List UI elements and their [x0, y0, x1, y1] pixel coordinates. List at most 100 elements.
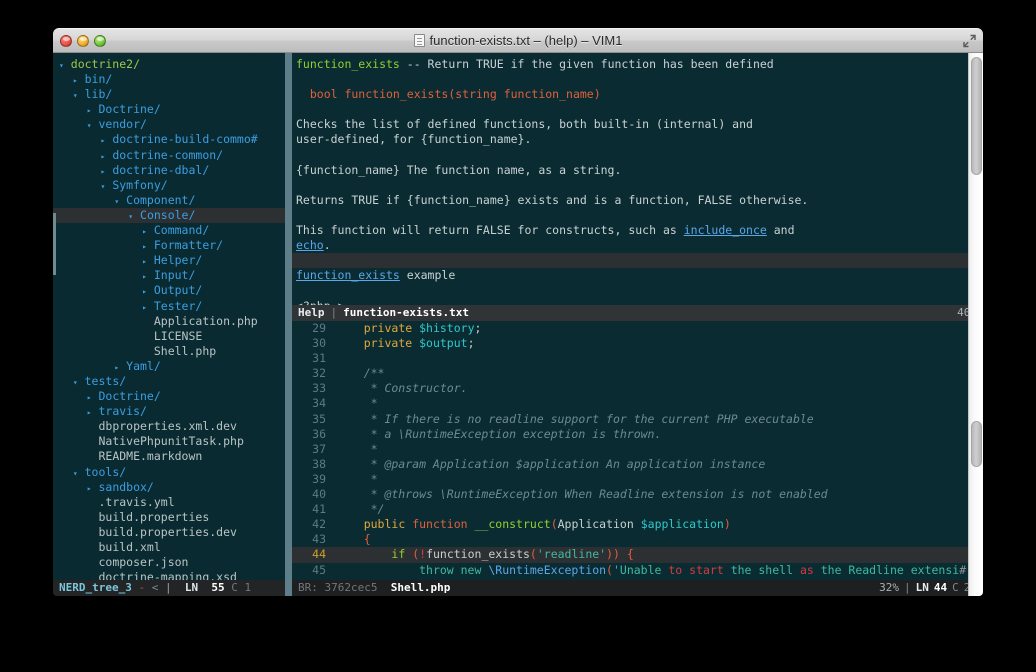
nerdtree-item-symfony[interactable]: ▾ Symfony/: [53, 178, 285, 193]
code-pane[interactable]: 29 private $history; 30 private $output; 3…: [292, 321, 983, 596]
text-segment: {: [363, 532, 371, 547]
nerdtree-item-readme-markdown[interactable]: README.markdown: [53, 449, 285, 464]
nerdtree-item-doctrine-build-commo[interactable]: ▸ doctrine-build-commo#: [53, 132, 285, 147]
nerdtree-item-nativephpunittask-php[interactable]: NativePhpunitTask.php: [53, 434, 285, 449]
help-pane[interactable]: function_exists -- Return TRUE if the gi…: [292, 53, 983, 321]
text-segment: the Readline extensi: [813, 562, 960, 577]
nerdtree-item-output[interactable]: ▸ Output/: [53, 283, 285, 298]
text-segment: (: [529, 547, 537, 562]
help-statusline: Help | function-exists.txt 40%: [292, 305, 983, 321]
nerdtree-item-vendor[interactable]: ▾ vendor/: [53, 117, 285, 132]
nerdtree-item-travis[interactable]: ▸ travis/: [53, 404, 285, 419]
nerdtree-statusline: NERD_tree_3 - < | LN 55 C 1: [53, 580, 285, 596]
nerdtree-item-build-properties-dev[interactable]: build.properties.dev: [53, 525, 285, 540]
code-scrollbar-thumb[interactable]: [971, 421, 982, 467]
text-segment: * a \RuntimeException exception is throw…: [336, 426, 662, 441]
tree-gap: [147, 314, 154, 328]
nerdtree-item-build-xml[interactable]: build.xml: [53, 540, 285, 555]
nerdtree-item-input[interactable]: ▸ Input/: [53, 268, 285, 283]
nerdtree-sidebar[interactable]: ▾ doctrine2/ ▸ bin/ ▾ lib/ ▸ Doctrine/ ▾…: [53, 53, 285, 596]
nerdtree-item-doctrine-common[interactable]: ▸ doctrine-common/: [53, 148, 285, 163]
nerdtree-item-composer-json[interactable]: composer.json: [53, 555, 285, 570]
nerdtree-item-component[interactable]: ▾ Component/: [53, 193, 285, 208]
nerdtree-item-console[interactable]: ▾ Console/: [53, 207, 285, 224]
code-line: 35 * If there is no readline support for…: [292, 412, 983, 427]
text-segment: Returns TRUE if {function_name} exists a…: [296, 192, 809, 207]
tree-gap: [147, 299, 154, 313]
text-segment: function_exists: [426, 547, 530, 562]
window-titlebar[interactable]: function-exists.txt – (help) – VIM1: [53, 28, 983, 53]
help-line: Checks the list of defined functions, bo…: [292, 117, 983, 132]
nerdtree-item-build-properties[interactable]: build.properties: [53, 510, 285, 525]
code-filename: Shell.php: [390, 581, 451, 594]
nerdtree-item-tests[interactable]: ▾ tests/: [53, 374, 285, 389]
code-pane-scrollbar[interactable]: [968, 321, 983, 596]
nerdtree-item-sandbox[interactable]: ▸ sandbox/: [53, 480, 285, 495]
vertical-split-divider[interactable]: [285, 53, 292, 596]
code-statusline: BR: 3762cec5 Shell.php 32% | LN 44 C: [292, 580, 983, 596]
code-line: 40 * @throws \RuntimeException When Read…: [292, 487, 983, 502]
text-segment: */: [336, 502, 385, 517]
nerdtree-item-lib[interactable]: ▾ lib/: [53, 87, 285, 102]
nerdtree-item-shell-php[interactable]: Shell.php: [53, 344, 285, 359]
close-button[interactable]: [60, 34, 72, 47]
nerdtree-item-travis-yml[interactable]: .travis.yml: [53, 495, 285, 510]
text-segment: include_once: [683, 223, 767, 238]
nerdtree-item-doctrine2[interactable]: ▾ doctrine2/: [53, 57, 285, 72]
nerdtree-separator: |: [164, 581, 172, 594]
code-line: 33 * Constructor.: [292, 381, 983, 396]
code-line: 38 * @param Application $application An …: [292, 457, 983, 472]
nerdtree-item-dbproperties-xml-dev[interactable]: dbproperties.xml.dev: [53, 419, 285, 434]
nerdtree-item-label: dbproperties.xml.dev: [98, 419, 237, 434]
nerdtree-item-label: .travis.yml: [98, 494, 175, 509]
help-line: {function_name} The function name, as a …: [292, 163, 983, 178]
code-ln-label: LN: [915, 581, 929, 594]
nerdtree-item-doctrine[interactable]: ▸ Doctrine/: [53, 389, 285, 404]
code-line: 30 private $output;: [292, 336, 983, 351]
help-line: bool function_exists(string function_nam…: [292, 87, 983, 102]
nerdtree-item-helper[interactable]: ▸ Helper/: [53, 253, 285, 268]
nerdtree-item-bin[interactable]: ▸ bin/: [53, 72, 285, 87]
help-filename: function-exists.txt: [343, 306, 469, 319]
text-segment: * Constructor.: [336, 381, 468, 396]
text-segment: function_exists: [296, 268, 400, 283]
code-line: 29 private $history;: [292, 321, 983, 336]
text-segment: $application: [640, 517, 724, 532]
nerdtree-item-label: travis/: [98, 404, 147, 419]
help-line: [292, 102, 983, 117]
nerdtree-item-yaml[interactable]: ▸ Yaml/: [53, 359, 285, 374]
zoom-button[interactable]: [94, 34, 106, 47]
nerdtree-item-license[interactable]: LICENSE: [53, 329, 285, 344]
nerdtree-modified-flag: -: [138, 581, 146, 594]
text-segment: throw new: [419, 562, 482, 577]
nerdtree-item-label: lib/: [84, 87, 113, 102]
vim-window: function-exists.txt – (help) – VIM1 ▾ do…: [53, 28, 983, 596]
text-segment: [336, 563, 419, 577]
help-scrollbar-thumb[interactable]: [971, 57, 982, 175]
text-segment: [336, 547, 391, 561]
nerdtree-item-formatter[interactable]: ▸ Formatter/: [53, 238, 285, 253]
minimize-button[interactable]: [77, 34, 89, 47]
nerdtree-item-command[interactable]: ▸ Command/: [53, 223, 285, 238]
nerdtree-item-tools[interactable]: ▾ tools/: [53, 465, 285, 480]
nerdtree-ln-label: LN: [184, 581, 199, 594]
nerdtree-item-label: doctrine-build-commo#: [112, 132, 258, 147]
line-number: 40: [312, 487, 326, 502]
nerdtree-item-tester[interactable]: ▸ Tester/: [53, 299, 285, 314]
line-number: 44: [312, 547, 326, 562]
nerdtree-item-doctrine-dbal[interactable]: ▸ doctrine-dbal/: [53, 163, 285, 178]
nerdtree-buffer-name: NERD_tree_3: [59, 581, 132, 594]
nerdtree-item-application-php[interactable]: Application.php: [53, 314, 285, 329]
nerdtree-item-doctrine[interactable]: ▸ Doctrine/: [53, 102, 285, 117]
fullscreen-icon[interactable]: [962, 33, 977, 48]
tree-gap: [78, 465, 85, 479]
help-pane-scrollbar[interactable]: [968, 53, 983, 321]
text-segment: example: [399, 268, 456, 283]
